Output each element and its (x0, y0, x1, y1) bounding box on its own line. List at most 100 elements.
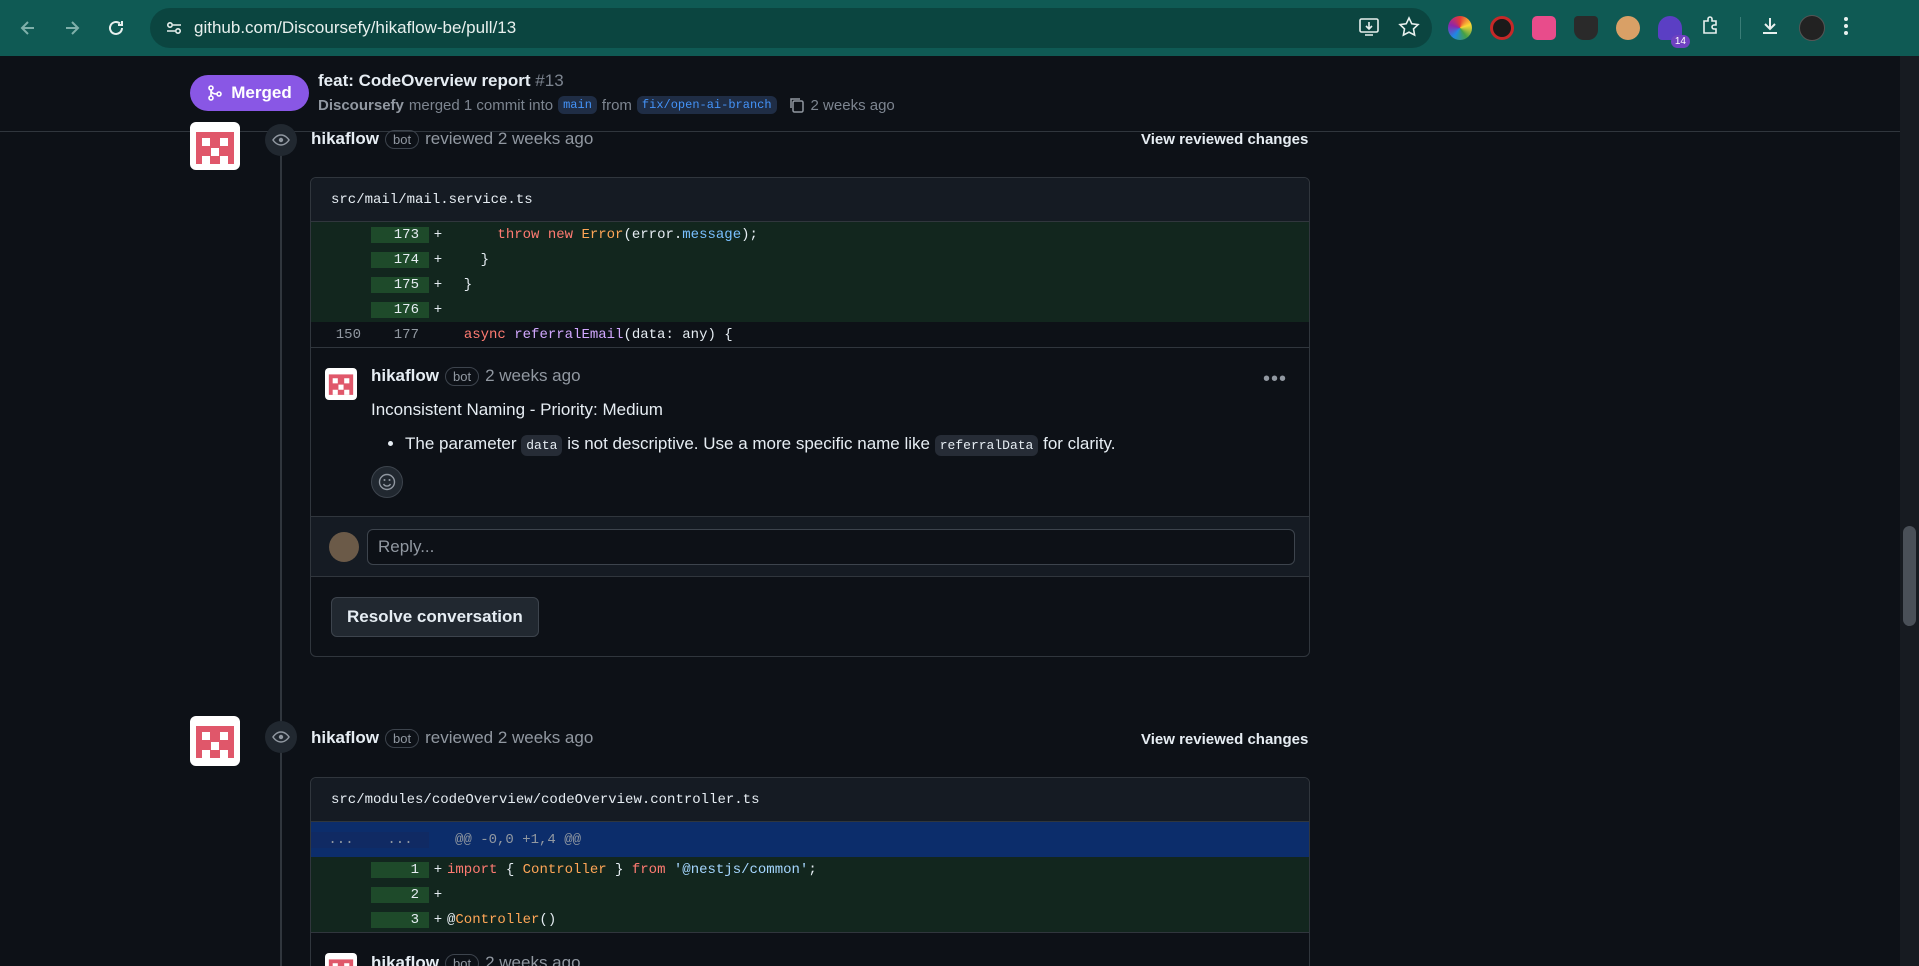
comment-author[interactable]: hikaflow (371, 953, 439, 966)
expand-up-button[interactable]: ... (311, 831, 371, 848)
view-reviewed-changes-link[interactable]: View reviewed changes (1141, 731, 1308, 748)
bot-tag: bot (385, 728, 420, 748)
diff-sign: + (433, 911, 443, 928)
text: for clarity. (1043, 434, 1116, 453)
review-action: reviewed 2 weeks ago (425, 728, 594, 747)
back-button[interactable] (6, 6, 50, 50)
new-line-number[interactable]: 174 (371, 251, 429, 268)
eye-icon (272, 134, 290, 146)
diff-sign: + (433, 226, 443, 243)
code-line: import { Controller } from '@nestjs/comm… (447, 861, 817, 878)
view-reviewed-changes-link[interactable]: View reviewed changes (1141, 131, 1308, 148)
extension-badge: 14 (1670, 35, 1690, 48)
copy-icon[interactable] (788, 96, 806, 114)
base-branch[interactable]: main (558, 96, 597, 114)
old-line-number[interactable]: 150 (311, 327, 371, 343)
diff-sign: + (433, 251, 443, 268)
browser-toolbar: github.com/Discoursefy/hikaflow-be/pull/… (0, 0, 1919, 56)
comment-author[interactable]: hikaflow (371, 366, 439, 386)
comment-time[interactable]: 2 weeks ago (485, 953, 580, 966)
resolve-conversation-button[interactable]: Resolve conversation (331, 596, 539, 637)
downloads-icon[interactable] (1759, 15, 1781, 42)
profile-avatar[interactable] (1799, 15, 1825, 41)
review-author[interactable]: hikaflow (311, 728, 379, 748)
review-eye-badge (265, 721, 297, 753)
review-thread: src/mail/mail.service.ts 173 + throw new… (310, 177, 1310, 657)
diff-sign: + (433, 886, 443, 903)
timeline-line (280, 132, 282, 966)
extensions-puzzle-icon[interactable] (1700, 15, 1722, 42)
new-line-number[interactable]: 173 (371, 226, 429, 243)
hikaflow-avatar[interactable] (190, 122, 240, 170)
review-author[interactable]: hikaflow (311, 129, 379, 149)
code-line: } (447, 251, 490, 268)
head-branch[interactable]: fix/open-ai-branch (636, 96, 777, 114)
new-line-number[interactable]: 176 (371, 301, 429, 318)
reload-button[interactable] (94, 6, 138, 50)
comment-header: hikaflow bot 2 weeks ago (371, 953, 1293, 966)
diff-sign: + (433, 301, 443, 318)
reply-input[interactable]: Reply... (367, 528, 1295, 565)
reload-icon (109, 20, 123, 35)
inline-code: referralData (934, 435, 1039, 456)
comment-header: hikaflow bot 2 weeks ago (371, 366, 1293, 386)
new-line-number[interactable]: 175 (371, 276, 429, 293)
pin-extension-icon[interactable] (1490, 16, 1514, 40)
bookmark-star-icon[interactable] (1398, 16, 1420, 38)
comment-body: Inconsistent Naming - Priority: Medium T… (371, 400, 1293, 498)
review-comment: hikaflow bot 2 weeks ago (311, 932, 1309, 966)
diff-line: 150 177 async referralEmail(data: any) { (311, 322, 1309, 347)
wizard-extension-icon[interactable]: 14 (1658, 16, 1690, 48)
pr-subtitle: Discoursefy merged 1 commit into main fr… (318, 96, 895, 114)
diff-line: 174 + } (311, 247, 1309, 272)
review-eye-badge (265, 124, 297, 156)
text: is not descriptive. Use a more specific … (567, 434, 930, 453)
site-info-icon[interactable] (154, 8, 194, 48)
owl-extension-icon[interactable] (1616, 16, 1640, 40)
review-comment: hikaflow bot 2 weeks ago ••• Inconsisten… (311, 347, 1309, 516)
hikaflow-avatar[interactable] (190, 716, 240, 766)
diff-line: 1 + import { Controller } from '@nestjs/… (311, 857, 1309, 882)
merged-label: Merged (231, 83, 292, 102)
new-line-number[interactable]: 2 (371, 886, 429, 903)
code-line: } (447, 276, 473, 293)
install-app-icon[interactable] (1358, 16, 1380, 38)
scrollbar-thumb[interactable] (1903, 526, 1916, 626)
bot-tag: bot (445, 366, 480, 386)
comment-time[interactable]: 2 weeks ago (485, 366, 580, 386)
hat-extension-icon[interactable] (1574, 16, 1598, 40)
new-line-number[interactable]: 177 (371, 327, 429, 343)
resolve-area: Resolve conversation (311, 576, 1309, 656)
address-bar[interactable]: github.com/Discoursefy/hikaflow-be/pull/… (150, 8, 1432, 48)
file-path[interactable]: src/mail/mail.service.ts (311, 178, 1309, 222)
diff-line: 175 + } (311, 272, 1309, 297)
comment-options-icon[interactable]: ••• (1263, 368, 1287, 391)
color-wheel-extension-icon[interactable] (1448, 16, 1472, 40)
diff-line: 176 + (311, 297, 1309, 322)
comment-list: The parameter data is not descriptive. U… (371, 434, 1293, 456)
video-extension-icon[interactable] (1532, 16, 1556, 40)
diff-sign: + (433, 276, 443, 293)
reply-row: Reply... (311, 516, 1309, 576)
code-line: async referralEmail(data: any) { (463, 326, 733, 343)
forward-button[interactable] (50, 6, 94, 50)
new-line-number[interactable]: 3 (371, 911, 429, 928)
pr-author-link[interactable]: Discoursefy (318, 97, 404, 114)
file-path[interactable]: src/modules/codeOverview/codeOverview.co… (311, 778, 1309, 822)
comment-avatar[interactable] (325, 368, 357, 400)
expand-down-button[interactable]: ... (371, 831, 429, 848)
comment-avatar[interactable] (325, 953, 357, 966)
smiley-icon (378, 473, 396, 491)
merge-icon (208, 85, 223, 101)
code-line: throw new Error(error.message); (497, 226, 758, 243)
new-line-number[interactable]: 1 (371, 861, 429, 878)
url-text[interactable]: github.com/Discoursefy/hikaflow-be/pull/… (194, 18, 516, 38)
pr-title-text[interactable]: feat: CodeOverview report (318, 71, 531, 90)
page-scrollbar[interactable] (1900, 56, 1919, 966)
add-reaction-button[interactable] (371, 466, 403, 498)
bot-tag: bot (385, 129, 420, 149)
user-avatar (329, 531, 359, 562)
text: The parameter (405, 434, 517, 453)
browser-menu-icon[interactable] (1843, 16, 1849, 41)
pr-time: 2 weeks ago (810, 96, 895, 114)
